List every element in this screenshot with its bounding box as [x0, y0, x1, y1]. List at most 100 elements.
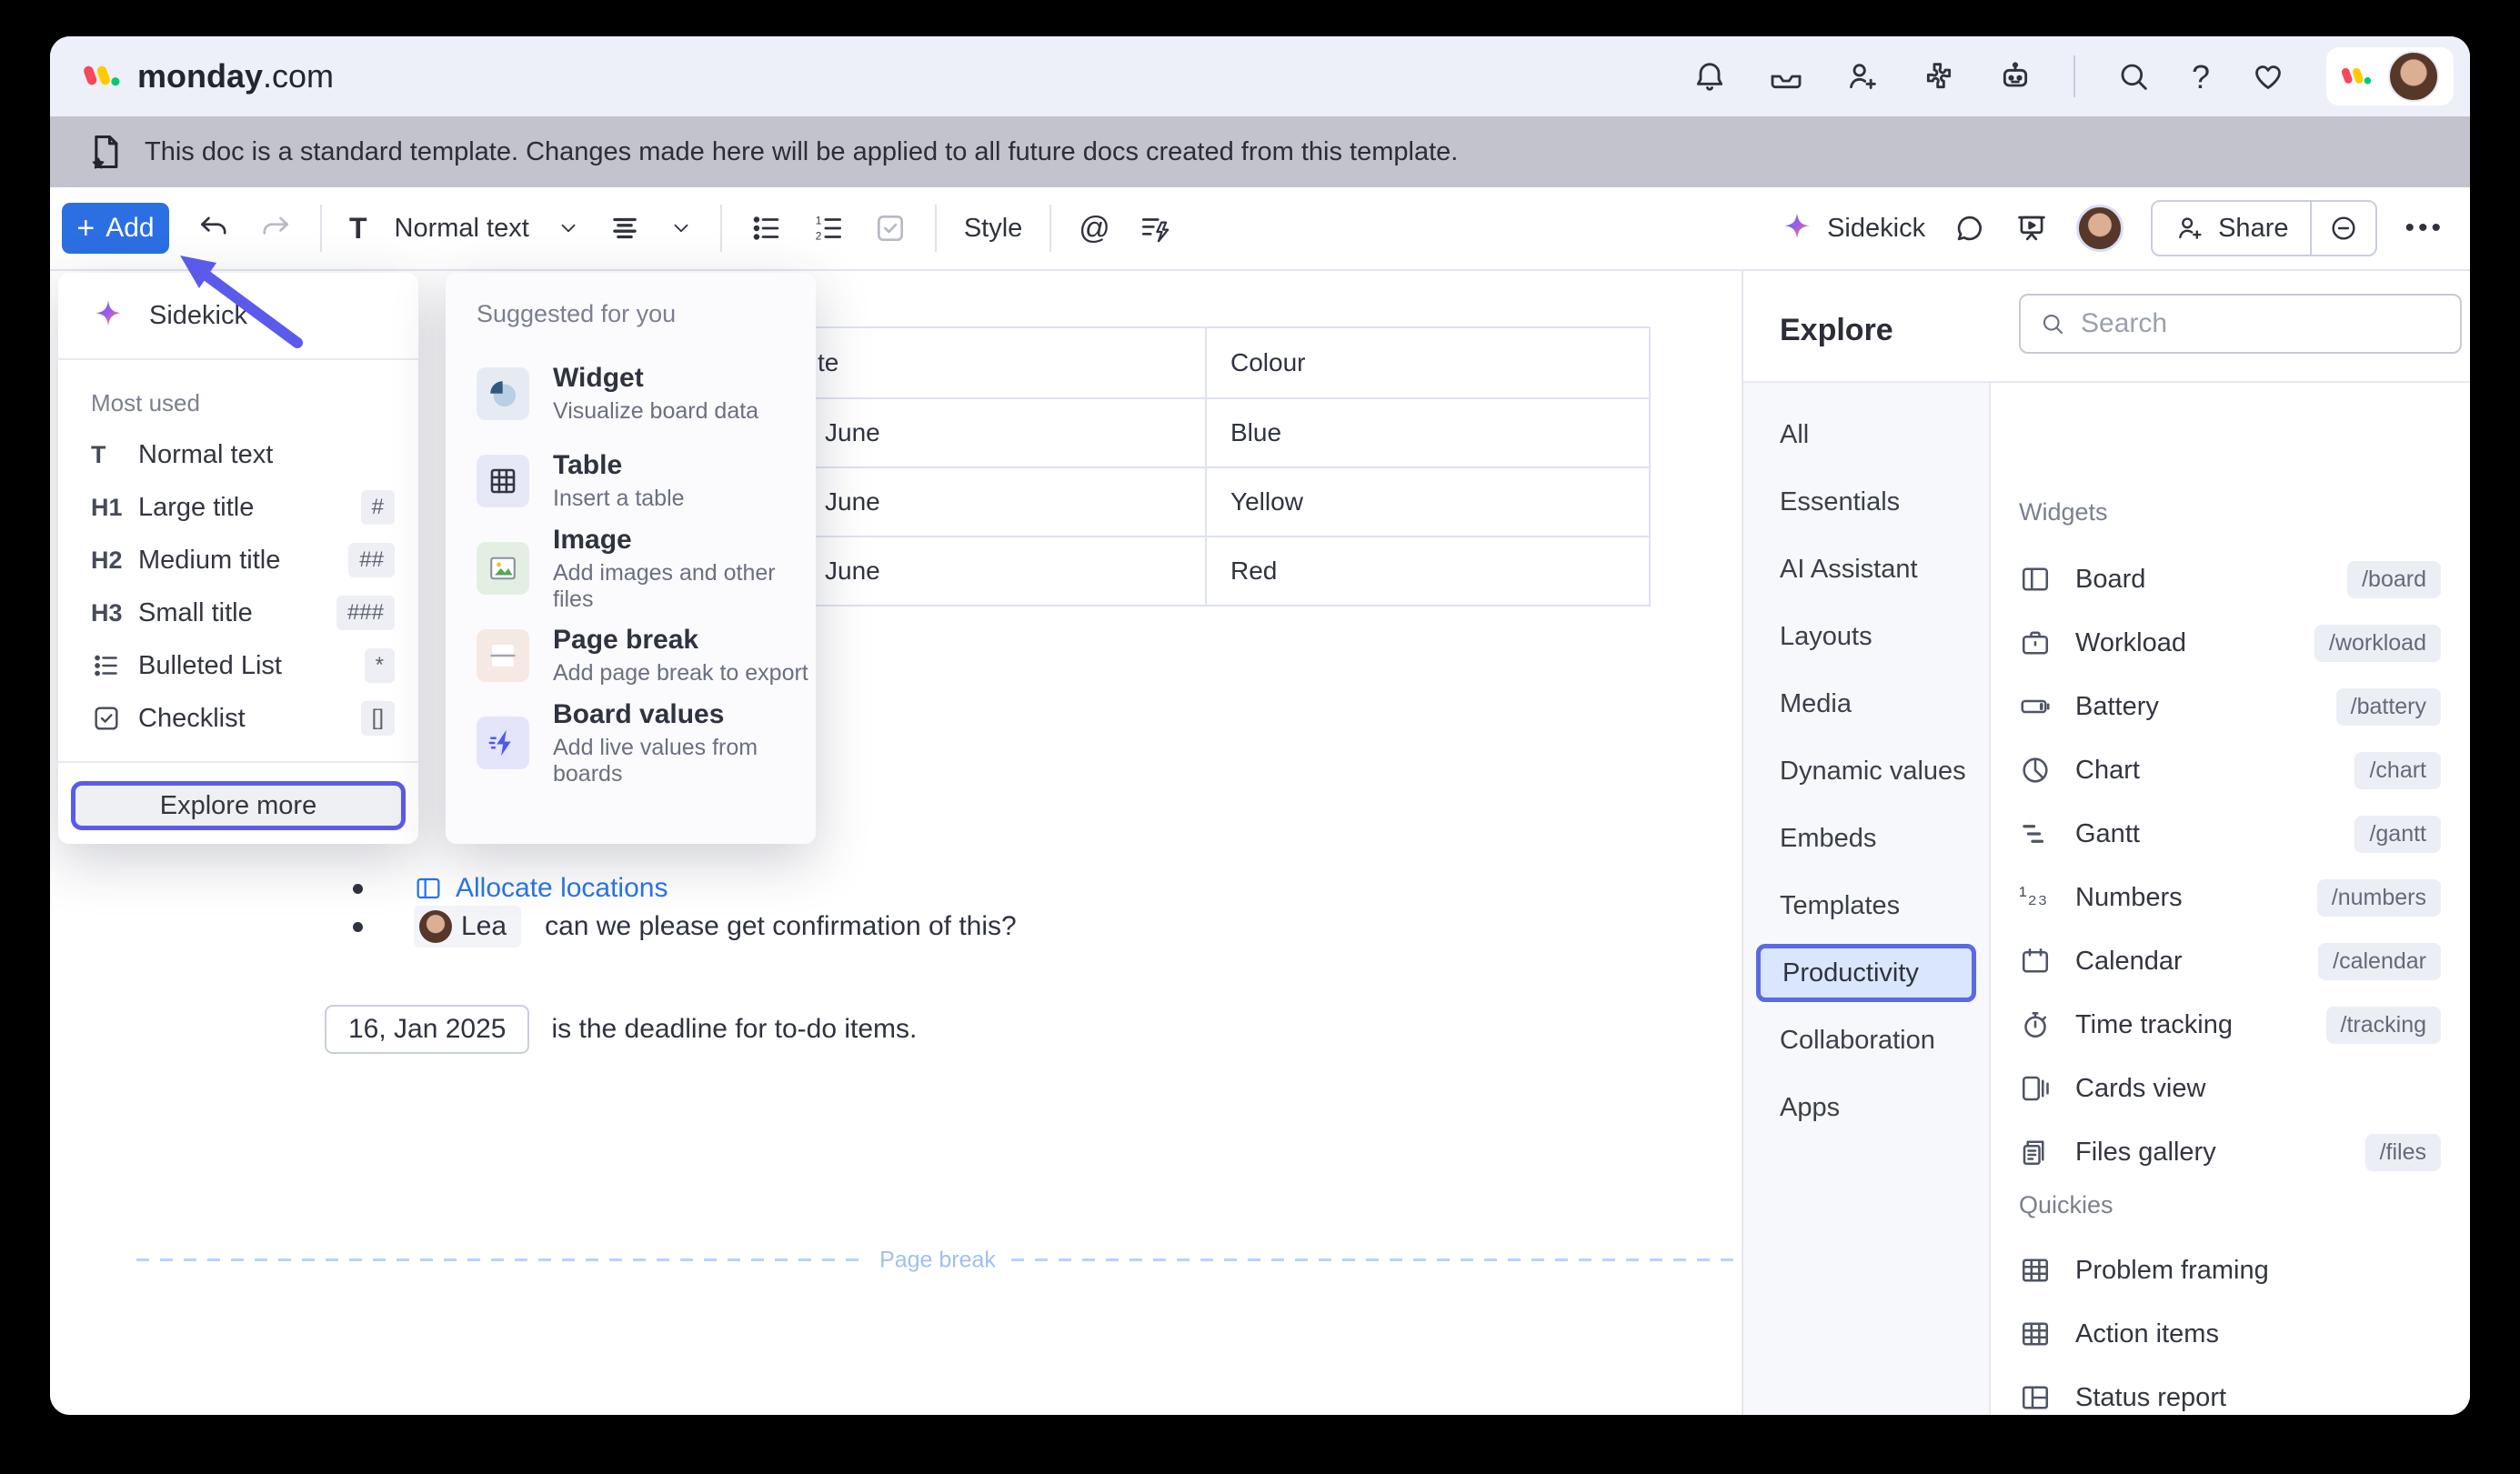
user-avatar[interactable] — [2388, 51, 2439, 102]
board-icon — [414, 874, 443, 903]
share-button[interactable]: Share — [2153, 213, 2310, 244]
more-options-button[interactable]: ••• — [2405, 213, 2445, 244]
menu-item-sidekick[interactable]: Sidekick — [58, 273, 418, 358]
widget-row-numbers[interactable]: ¹₂₃ Numbers /numbers — [2019, 866, 2441, 929]
explore-search[interactable] — [2019, 294, 2462, 354]
ai-writing-icon[interactable] — [1138, 211, 1172, 246]
chevron-down-icon[interactable] — [557, 216, 580, 240]
category-all[interactable]: All — [1743, 401, 1989, 468]
category-layouts[interactable]: Layouts — [1743, 603, 1989, 670]
table-cell-colour[interactable]: Red — [1207, 537, 1649, 605]
table-header-date[interactable]: te — [753, 328, 1207, 397]
present-mode-icon[interactable] — [2014, 211, 2049, 246]
apps-marketplace-icon[interactable] — [1921, 58, 1957, 95]
table-cell-colour[interactable]: Blue — [1207, 399, 1649, 466]
monday-logo[interactable]: monday.com — [83, 57, 334, 95]
suggested-item-board-values[interactable]: Board values Add live values from boards — [477, 699, 816, 787]
whats-new-heart-icon[interactable] — [2250, 58, 2286, 95]
sidekick-button[interactable]: Sidekick — [1780, 211, 1925, 246]
collaborator-avatar[interactable] — [2076, 205, 2123, 252]
category-apps[interactable]: Apps — [1743, 1074, 1989, 1141]
undo-icon[interactable] — [196, 211, 231, 246]
menu-item-checklist[interactable]: Checklist [] — [58, 692, 418, 745]
category-essentials[interactable]: Essentials — [1743, 468, 1989, 536]
suggested-item-image[interactable]: Image Add images and other files — [477, 525, 816, 612]
table-cell-colour[interactable]: Yellow — [1207, 468, 1649, 536]
numbered-list-icon[interactable]: 12 — [811, 211, 846, 246]
quickie-row-status-report[interactable]: Status report — [2019, 1366, 2441, 1415]
menu-item-large-title[interactable]: H1 Large title # — [58, 481, 418, 534]
suggested-item-page-break[interactable]: Page break Add page break to export — [477, 612, 816, 699]
suggested-item-widget[interactable]: Widget Visualize board data — [477, 350, 816, 437]
gantt-icon — [2019, 817, 2052, 850]
template-banner-text: This doc is a standard template. Changes… — [145, 137, 1458, 167]
widget-row-gantt[interactable]: Gantt /gantt — [2019, 802, 2441, 866]
style-button[interactable]: Style — [964, 214, 1022, 244]
slash-command-badge: /board — [2347, 561, 2441, 598]
menu-item-bulleted-list[interactable]: Bulleted List * — [58, 639, 418, 692]
image-icon — [477, 542, 529, 595]
category-embeds[interactable]: Embeds — [1743, 805, 1989, 872]
search-icon[interactable] — [2115, 58, 2152, 95]
table-cell-date[interactable]: June — [753, 537, 1207, 605]
numbers-icon: ¹₂₃ — [2019, 881, 2052, 914]
category-productivity[interactable]: Productivity — [1756, 944, 1976, 1002]
copy-link-button[interactable] — [2310, 202, 2375, 255]
monday-mark-icon — [2341, 65, 2374, 88]
bullet-line: Lea can we please get confirmation of th… — [353, 902, 1017, 951]
comments-icon[interactable] — [1953, 211, 1987, 246]
redo-icon[interactable] — [258, 211, 293, 246]
widget-row-time-tracking[interactable]: Time tracking /tracking — [2019, 993, 2441, 1057]
assistant-bot-icon[interactable] — [1997, 58, 2033, 95]
notifications-bell-icon[interactable] — [1692, 58, 1728, 95]
chevron-down-icon[interactable] — [669, 216, 693, 240]
mention-icon[interactable]: @ — [1079, 211, 1110, 246]
doc-table[interactable]: te Colour June Blue June Yellow June Red — [751, 326, 1651, 607]
invite-members-icon[interactable] — [1844, 58, 1881, 95]
search-input[interactable] — [2081, 308, 2442, 339]
widget-row-battery[interactable]: Battery /battery — [2019, 675, 2441, 738]
text-align-icon[interactable] — [607, 211, 642, 246]
add-menu-popup: Sidekick Most used T Normal text H1 Larg… — [58, 273, 418, 844]
widget-row-chart[interactable]: Chart /chart — [2019, 738, 2441, 802]
add-button[interactable]: + Add — [62, 203, 169, 254]
mention-chip[interactable]: Lea — [414, 906, 521, 948]
explore-more-button[interactable]: Explore more — [71, 781, 406, 830]
link-icon — [2328, 213, 2359, 244]
table-cell-date[interactable]: June — [753, 399, 1207, 466]
toolbar-divider — [320, 205, 322, 252]
board-link[interactable]: Allocate locations — [414, 873, 668, 904]
category-collaboration[interactable]: Collaboration — [1743, 1007, 1989, 1074]
widget-pie-icon — [477, 367, 529, 420]
paragraph-style-dropdown[interactable]: Normal text — [395, 214, 529, 244]
quickie-row-problem-framing[interactable]: Problem framing — [2019, 1238, 2441, 1302]
checklist-icon[interactable] — [873, 211, 908, 246]
inbox-icon[interactable] — [1768, 58, 1804, 95]
account-pill[interactable] — [2326, 47, 2454, 105]
menu-item-small-title[interactable]: H3 Small title ### — [58, 587, 418, 639]
checklist-icon — [91, 703, 122, 734]
widget-row-cards-view[interactable]: Cards view — [2019, 1057, 2441, 1120]
widget-row-board[interactable]: Board /board — [2019, 547, 2441, 611]
calendar-icon — [2019, 945, 2052, 978]
date-chip[interactable]: 16, Jan 2025 — [325, 1005, 529, 1054]
widget-row-workload[interactable]: Workload /workload — [2019, 611, 2441, 675]
bulleted-list-icon[interactable] — [749, 211, 784, 246]
menu-item-medium-title[interactable]: H2 Medium title ## — [58, 534, 418, 587]
category-media[interactable]: Media — [1743, 670, 1989, 737]
widget-row-files-gallery[interactable]: Files gallery /files — [2019, 1120, 2441, 1184]
explore-panel-title: Explore — [1780, 313, 1893, 348]
bullet-dot — [353, 922, 363, 932]
category-dynamic-values[interactable]: Dynamic values — [1743, 737, 1989, 805]
h1-icon: H1 — [91, 494, 138, 522]
table-header-colour[interactable]: Colour — [1207, 328, 1649, 397]
table-cell-date[interactable]: June — [753, 468, 1207, 536]
top-bar: monday.com ? — [50, 36, 2470, 116]
category-templates[interactable]: Templates — [1743, 872, 1989, 939]
help-icon[interactable]: ? — [2192, 58, 2210, 95]
suggested-item-table[interactable]: Table Insert a table — [477, 437, 816, 525]
category-ai-assistant[interactable]: AI Assistant — [1743, 536, 1989, 603]
quickie-row-action-items[interactable]: Action items — [2019, 1302, 2441, 1366]
menu-item-normal-text[interactable]: T Normal text — [58, 428, 418, 481]
widget-row-calendar[interactable]: Calendar /calendar — [2019, 929, 2441, 993]
